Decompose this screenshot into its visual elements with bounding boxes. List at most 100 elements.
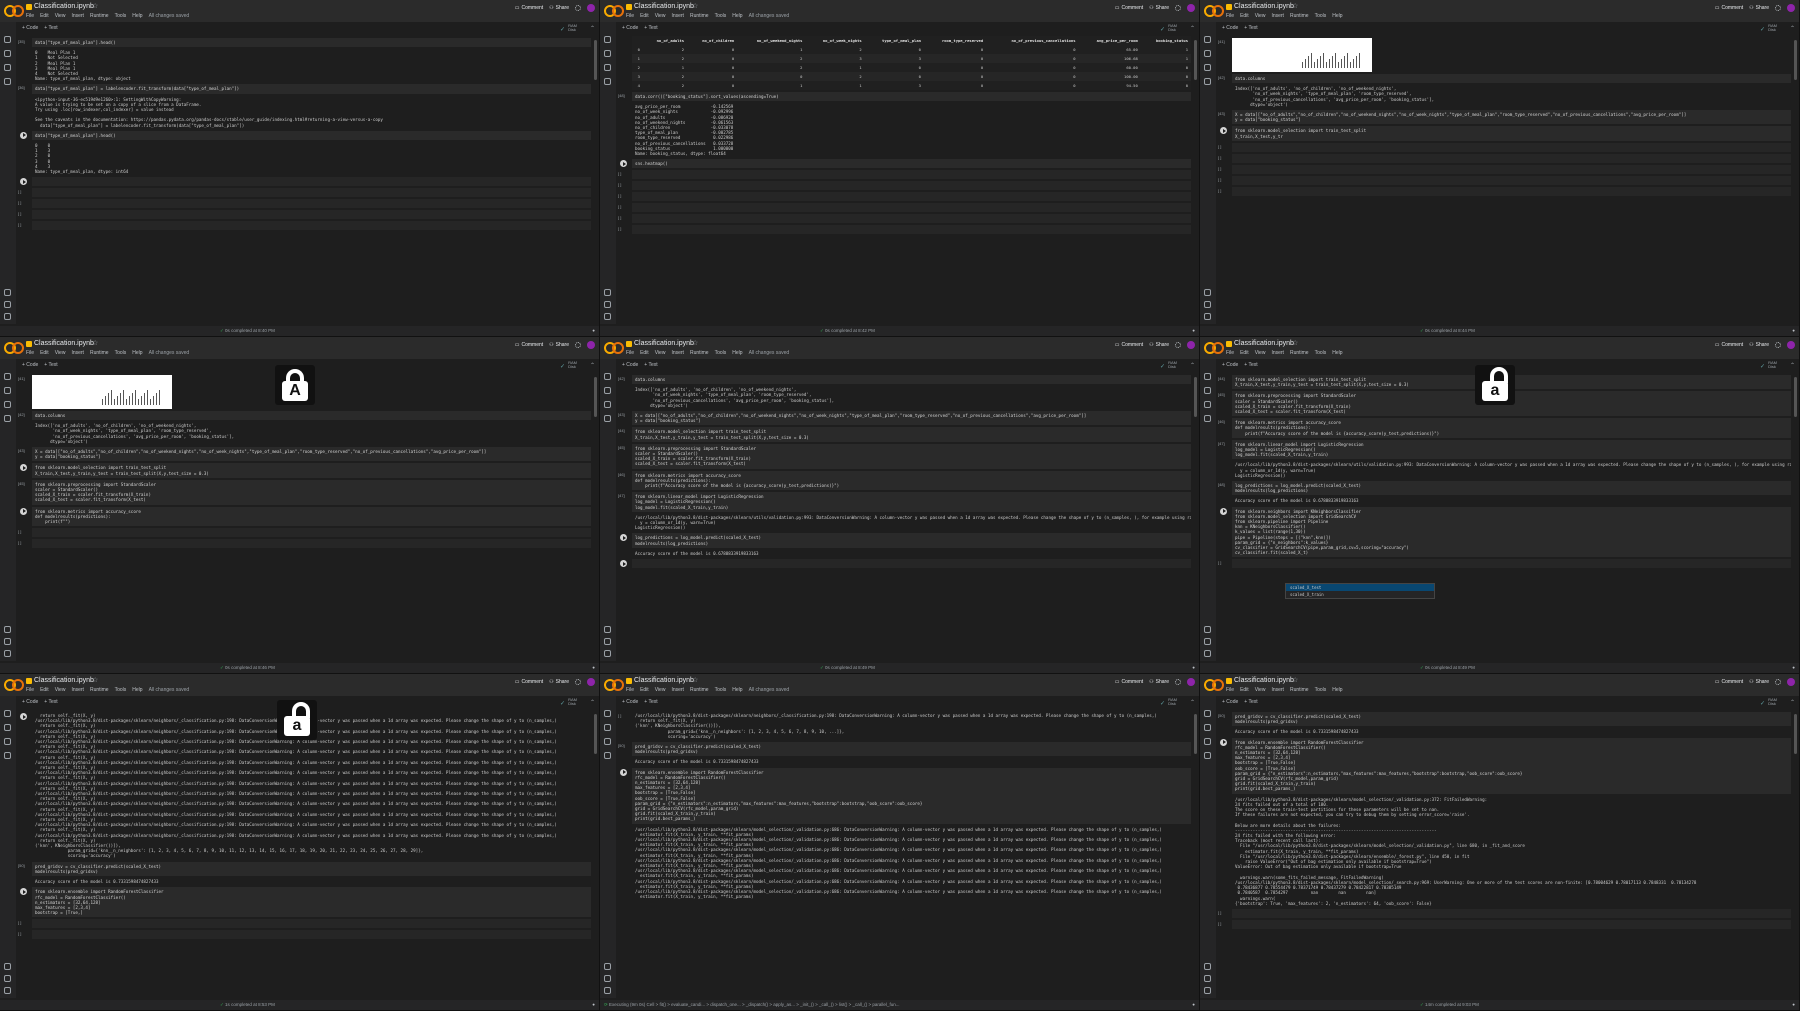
command-palette-icon[interactable] (4, 638, 11, 645)
code-editor[interactable] (1232, 164, 1791, 174)
run-cell-button[interactable] (20, 464, 27, 472)
code-cell[interactable]: [43] X = data[["no_of_adults","no_of_chil… (18, 447, 591, 462)
code-editor[interactable]: log_predictions = log_model.predict(scal… (1232, 481, 1791, 496)
code-snippets-icon[interactable] (604, 987, 611, 994)
colab-logo-icon[interactable] (604, 679, 624, 691)
code-editor[interactable] (32, 539, 591, 549)
code-editor[interactable]: from sklearn.metrics import accuracy_sco… (1232, 418, 1791, 438)
menu-item-runtime[interactable]: Runtime (690, 687, 709, 693)
code-snippets-icon[interactable] (604, 313, 611, 320)
code-cell[interactable]: [ ] (1218, 164, 1791, 174)
vertical-scrollbar[interactable] (594, 714, 597, 754)
run-cell-button[interactable] (1220, 507, 1227, 515)
code-cell[interactable] (618, 559, 1191, 569)
menu-item-view[interactable]: View (655, 350, 666, 356)
comment-button[interactable]: ▭ Comment (515, 342, 543, 348)
autocomplete-option[interactable]: scaled_X_train (1286, 591, 1434, 598)
code-cell[interactable]: [50] pred_gridsv = cv_classifier.predict(… (1218, 712, 1791, 727)
star-icon[interactable]: ☆ (692, 2, 698, 10)
vertical-scrollbar[interactable] (1194, 714, 1197, 754)
menu-item-edit[interactable]: Edit (640, 687, 649, 693)
command-palette-icon[interactable] (1204, 638, 1211, 645)
run-cell-button[interactable] (620, 534, 627, 542)
command-palette-icon[interactable] (604, 301, 611, 308)
menu-item-edit[interactable]: Edit (40, 687, 49, 693)
code-editor[interactable] (632, 192, 1191, 202)
code-cell[interactable]: [ ] (618, 203, 1191, 213)
terminal-icon[interactable] (4, 626, 11, 633)
colab-logo-icon[interactable] (4, 342, 24, 354)
notebook-title[interactable]: Classification.ipynb (34, 340, 94, 347)
star-icon[interactable]: ☆ (692, 676, 698, 684)
code-editor[interactable] (632, 170, 1191, 180)
collapse-chevron-icon[interactable]: ⌃ (1790, 699, 1795, 706)
notebook-title[interactable]: Classification.ipynb (634, 340, 694, 347)
share-button[interactable]: ⚇ Share (549, 5, 569, 11)
code-snippets-icon[interactable] (604, 650, 611, 657)
user-avatar[interactable] (587, 678, 595, 686)
star-icon[interactable]: ☆ (1292, 2, 1298, 10)
folder-icon[interactable] (604, 415, 611, 422)
code-editor[interactable]: from sklearn.linear_model import Logisti… (632, 492, 1191, 512)
code-cell[interactable]: [ ] (618, 214, 1191, 224)
notebook-title[interactable]: Classification.ipynb (634, 3, 694, 10)
ram-disk-indicator[interactable]: RAM Disk (1168, 361, 1177, 369)
code-icon[interactable] (4, 401, 11, 408)
add-code-button[interactable]: + Code (22, 699, 38, 705)
code-cell[interactable]: from sklearn.ensemble import RandomFores… (618, 767, 1191, 824)
folder-icon[interactable] (4, 752, 11, 759)
code-editor[interactable]: data.columns (632, 375, 1191, 385)
menu-item-runtime[interactable]: Runtime (90, 687, 109, 693)
code-cell[interactable]: [ ] (1218, 142, 1791, 152)
settings-gear-icon[interactable] (1175, 5, 1181, 11)
code-editor[interactable] (632, 203, 1191, 213)
menu-item-tools[interactable]: Tools (115, 350, 127, 356)
menu-item-insert[interactable]: Insert (671, 13, 684, 19)
code-editor[interactable] (1232, 919, 1791, 929)
menu-item-view[interactable]: View (655, 13, 666, 19)
code-cell[interactable]: [ ] (18, 919, 591, 929)
menu-item-file[interactable]: File (626, 350, 634, 356)
menu-item-tools[interactable]: Tools (715, 350, 727, 356)
autocomplete-popup[interactable]: scaled_X_test scaled_X_train (1285, 583, 1435, 599)
collapse-chevron-icon[interactable]: ⌃ (1790, 362, 1795, 369)
folder-icon[interactable] (4, 415, 11, 422)
code-editor[interactable]: data.columns (1232, 74, 1791, 84)
user-avatar[interactable] (1187, 678, 1195, 686)
toc-icon[interactable] (604, 36, 611, 43)
code-cell[interactable]: [44] from sklearn.model_selection import … (618, 427, 1191, 442)
code-editor[interactable]: pred_gridsv = cv_classifier.predict(scal… (1232, 712, 1791, 727)
run-cell-button[interactable] (20, 131, 27, 139)
code-snippets-icon[interactable] (4, 313, 11, 320)
code-editor[interactable] (32, 919, 591, 929)
menu-item-edit[interactable]: Edit (640, 13, 649, 19)
add-code-button[interactable]: + Code (622, 25, 638, 31)
code-cell[interactable]: from sklearn.ensemble import RandomFores… (18, 887, 591, 918)
vertical-scrollbar[interactable] (1794, 377, 1797, 417)
code-editor[interactable]: X = data[["no_of_adults","no_of_children… (632, 411, 1191, 426)
terminal-icon[interactable] (1204, 289, 1211, 296)
add-text-button[interactable]: + Text (1244, 699, 1257, 705)
terminal-icon[interactable] (604, 289, 611, 296)
star-icon[interactable]: ☆ (92, 339, 98, 347)
command-palette-icon[interactable] (4, 301, 11, 308)
menu-item-tools[interactable]: Tools (115, 13, 127, 19)
menu-item-edit[interactable]: Edit (1240, 687, 1249, 693)
menu-item-file[interactable]: File (626, 13, 634, 19)
code-editor[interactable]: pred_gridsv = cv_classifier.predict(scal… (632, 742, 1191, 757)
code-cell[interactable]: [ ] (618, 225, 1191, 235)
code-cell[interactable]: [48] log_predictions = log_model.predict(… (1218, 481, 1791, 496)
ram-disk-indicator[interactable]: RAM Disk (568, 24, 577, 32)
command-palette-icon[interactable] (1204, 975, 1211, 982)
folder-icon[interactable] (1204, 752, 1211, 759)
menu-item-insert[interactable]: Insert (671, 687, 684, 693)
user-avatar[interactable] (1787, 4, 1795, 12)
menu-item-file[interactable]: File (1226, 687, 1234, 693)
code-editor[interactable]: X = data[["no_of_adults","no_of_children… (32, 447, 591, 462)
search-icon[interactable] (4, 387, 11, 394)
share-button[interactable]: ⚇ Share (1149, 679, 1169, 685)
menu-item-runtime[interactable]: Runtime (1290, 687, 1309, 693)
code-editor[interactable] (1232, 908, 1791, 918)
share-button[interactable]: ⚇ Share (1749, 5, 1769, 11)
code-cell[interactable]: from sklearn.ensemble import RandomFores… (1218, 737, 1791, 794)
